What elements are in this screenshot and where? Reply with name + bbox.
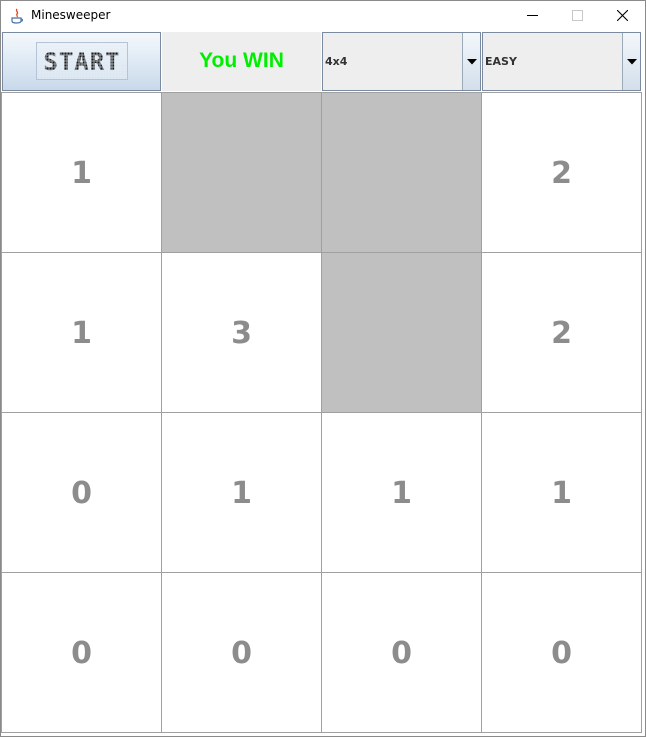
minesweeper-window: Minesweeper START You WIN 4x4 EASY 1 2 1… [0,0,646,737]
maximize-icon [572,10,583,21]
cell-number: 0 [231,636,252,671]
start-button[interactable]: START [2,32,161,91]
cell-number: 1 [231,476,252,511]
cell-number: 2 [551,316,572,351]
cell-number: 0 [71,636,92,671]
board-cell-r3-c1[interactable]: 0 [2,413,161,572]
board-cell-r3-c2[interactable]: 1 [162,413,321,572]
board-cell-r4-c3[interactable]: 0 [322,573,481,732]
board-cell-r1-c3[interactable] [322,93,481,252]
board-cell-r4-c2[interactable]: 0 [162,573,321,732]
cell-number: 1 [551,476,572,511]
close-button[interactable] [600,1,645,31]
chevron-down-icon [467,59,477,65]
cell-number: 0 [71,476,92,511]
difficulty-value: EASY [485,55,517,68]
cell-number: 1 [71,316,92,351]
board-cell-r1-c1[interactable]: 1 [2,93,161,252]
cell-number: 1 [71,156,92,191]
mine-board: 1 2 1 3 2 0 1 1 1 0 0 0 0 [1,92,642,733]
board-cell-r3-c3[interactable]: 1 [322,413,481,572]
window-title: Minesweeper [31,8,111,22]
board-size-value: 4x4 [325,55,348,68]
cell-number: 1 [391,476,412,511]
board-cell-r4-c1[interactable]: 0 [2,573,161,732]
board-size-select[interactable]: 4x4 [322,32,481,91]
start-button-label: START [43,48,121,76]
board-cell-r3-c4[interactable]: 1 [482,413,641,572]
board-cell-r2-c1[interactable]: 1 [2,253,161,412]
minimize-icon [527,15,538,16]
game-status-text: You WIN [199,49,284,72]
cell-number: 0 [391,636,412,671]
minimize-button[interactable] [510,1,555,31]
board-cell-r2-c3[interactable] [322,253,481,412]
java-app-icon [10,8,24,24]
status-area: You WIN [162,32,321,91]
board-cell-r1-c4[interactable]: 2 [482,93,641,252]
maximize-button [555,1,600,31]
close-icon [617,10,628,21]
cell-number: 2 [551,156,572,191]
board-size-dropdown-button[interactable] [462,33,480,90]
board-cell-r2-c2[interactable]: 3 [162,253,321,412]
cell-number: 3 [231,316,252,351]
difficulty-dropdown-button[interactable] [622,33,640,90]
start-button-face: START [36,42,128,80]
cell-number: 0 [551,636,572,671]
chevron-down-icon [627,59,637,65]
board-cell-r4-c4[interactable]: 0 [482,573,641,732]
difficulty-select[interactable]: EASY [482,32,641,91]
title-bar[interactable]: Minesweeper [1,1,645,31]
toolbar: START You WIN 4x4 EASY [1,32,645,92]
board-cell-r2-c4[interactable]: 2 [482,253,641,412]
board-cell-r1-c2[interactable] [162,93,321,252]
